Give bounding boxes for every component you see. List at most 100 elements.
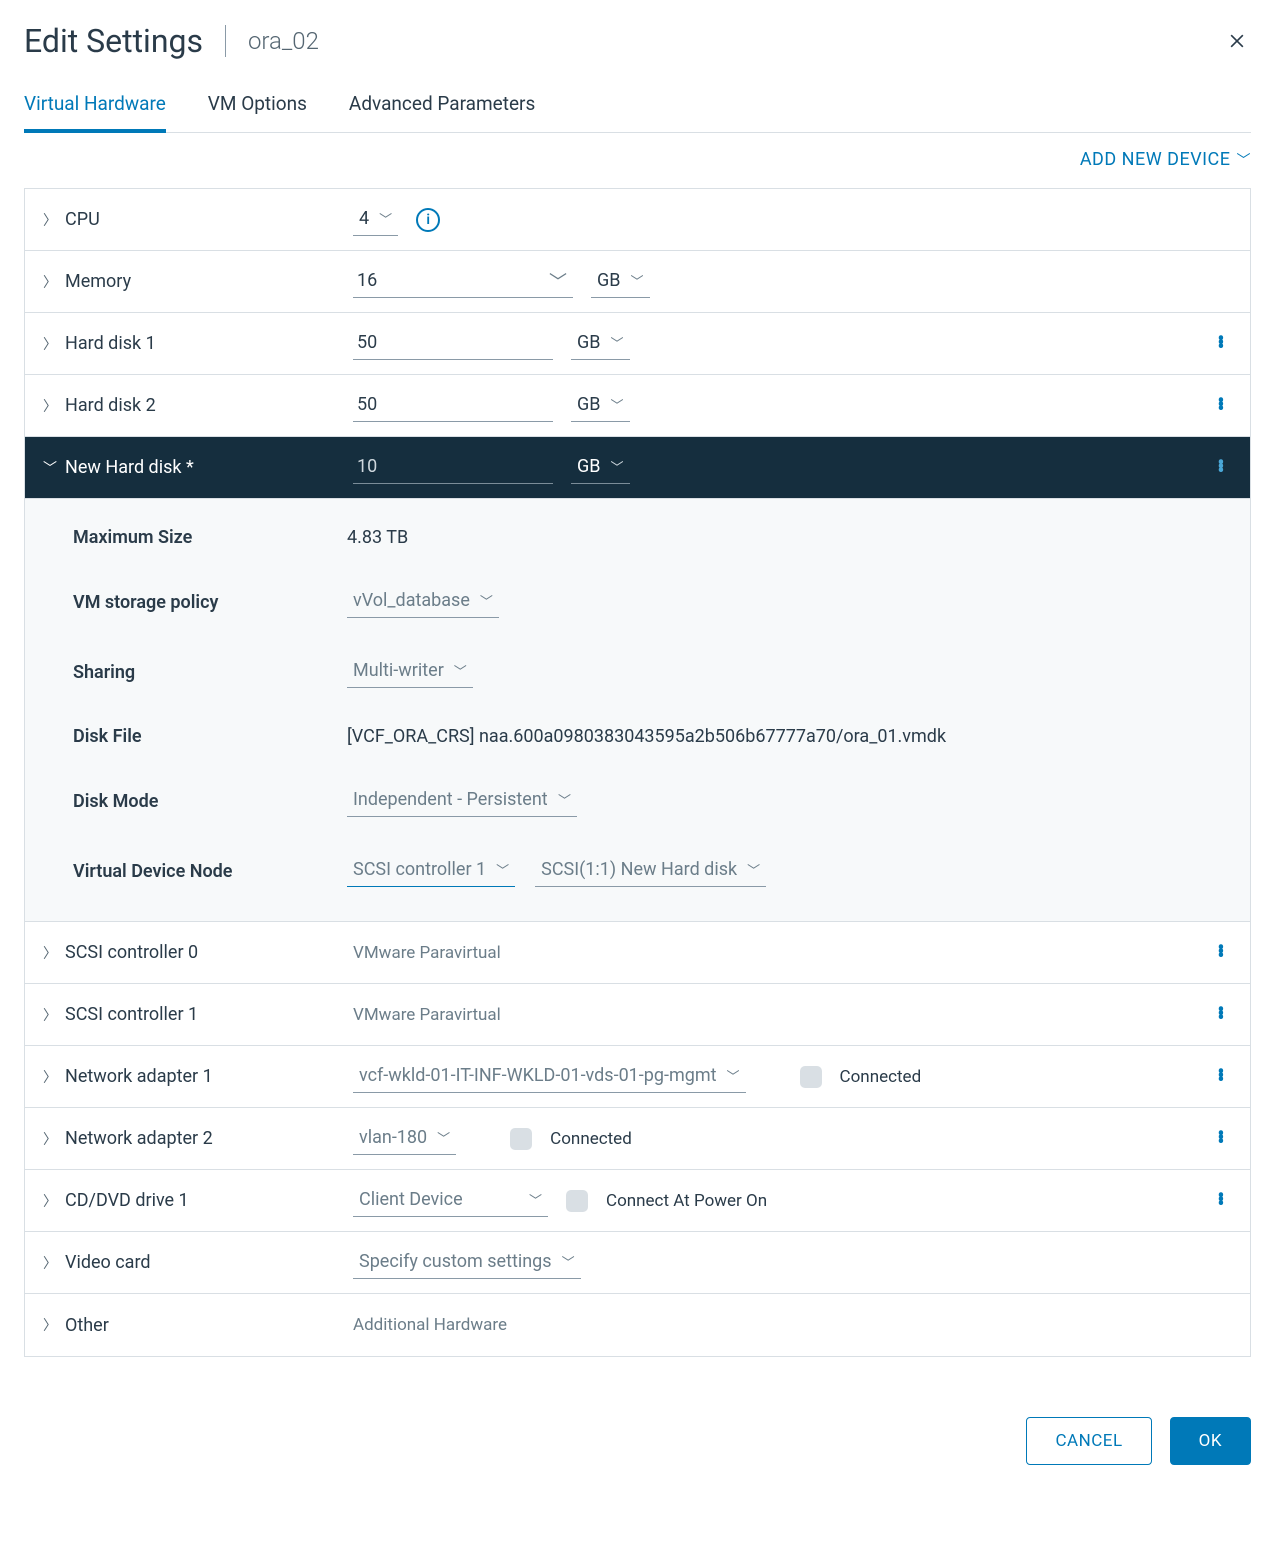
- row-scsi1-header[interactable]: 〉 SCSI controller 1: [43, 1004, 353, 1025]
- chevron-down-icon: ﹀: [496, 860, 509, 879]
- net2-actions-menu[interactable]: •••: [1210, 1133, 1232, 1145]
- hd1-actions-menu[interactable]: •••: [1210, 338, 1232, 350]
- net1-network-select[interactable]: vcf-wkld-01-IT-INF-WKLD-01-vds-01-pg-mgm…: [353, 1061, 746, 1093]
- chevron-down-icon: ﹀: [747, 860, 760, 879]
- cd-connect-checkbox[interactable]: [566, 1190, 588, 1212]
- row-network-2: 〉 Network adapter 2 vlan-180 ﹀ Connected…: [25, 1108, 1250, 1170]
- disk-file-value: [VCF_ORA_CRS] naa.600a0980383043595a2b50…: [347, 726, 946, 747]
- row-net1-label: Network adapter 1: [65, 1066, 213, 1087]
- hd1-unit-select[interactable]: GB ﹀: [571, 328, 630, 360]
- hd2-size-input[interactable]: [353, 390, 553, 422]
- row-scsi0-header[interactable]: 〉 SCSI controller 0: [43, 942, 353, 963]
- cpu-count-select[interactable]: 4 ﹀: [353, 204, 398, 236]
- hd1-size-input[interactable]: [353, 328, 553, 360]
- chevron-down-icon: ﹀: [379, 209, 392, 228]
- row-newhd-header[interactable]: ﹀ New Hard disk *: [43, 457, 353, 478]
- hd2-unit-select[interactable]: GB ﹀: [571, 390, 630, 422]
- row-scsi-1: 〉 SCSI controller 1 VMware Paravirtual •…: [25, 984, 1250, 1046]
- newhd-actions-menu[interactable]: •••: [1210, 462, 1232, 474]
- info-icon[interactable]: i: [416, 208, 440, 232]
- row-video-label: Video card: [65, 1252, 151, 1273]
- scsi1-actions-menu[interactable]: •••: [1210, 1009, 1232, 1021]
- vdn-slot-select[interactable]: SCSI(1:1) New Hard disk ﹀: [535, 855, 766, 887]
- chevron-right-icon: 〉: [43, 1315, 57, 1335]
- tab-vm-options[interactable]: VM Options: [208, 84, 307, 132]
- row-net2-header[interactable]: 〉 Network adapter 2: [43, 1128, 353, 1149]
- row-hard-disk-2: 〉 Hard disk 2 GB ﹀ •••: [25, 375, 1250, 437]
- newhd-unit-select[interactable]: GB ﹀: [571, 452, 630, 484]
- net1-connected-checkbox[interactable]: [800, 1066, 822, 1088]
- row-cpu: 〉 CPU 4 ﹀ i: [25, 189, 1250, 251]
- row-hd1-label: Hard disk 1: [65, 333, 156, 354]
- memory-value-input[interactable]: [353, 266, 573, 298]
- chevron-down-icon: ﹀: [1237, 150, 1252, 170]
- close-icon: [1227, 31, 1247, 51]
- row-memory: 〉 Memory ﹀ GB ﹀: [25, 251, 1250, 313]
- video-settings-value: Specify custom settings: [359, 1251, 552, 1272]
- cpu-count-value: 4: [359, 208, 369, 229]
- scsi1-value: VMware Paravirtual: [353, 1005, 501, 1025]
- chevron-right-icon: 〉: [43, 272, 57, 292]
- memory-unit-select[interactable]: GB ﹀: [591, 266, 650, 298]
- net1-network-value: vcf-wkld-01-IT-INF-WKLD-01-vds-01-pg-mgm…: [359, 1065, 717, 1086]
- row-scsi-0: 〉 SCSI controller 0 VMware Paravirtual •…: [25, 922, 1250, 984]
- cd-device-select[interactable]: Client Device ﹀: [353, 1185, 548, 1217]
- hd2-actions-menu[interactable]: •••: [1210, 400, 1232, 412]
- net2-network-value: vlan-180: [359, 1127, 427, 1148]
- hd2-unit-value: GB: [577, 394, 600, 415]
- chevron-right-icon: 〉: [43, 1129, 57, 1149]
- chevron-down-icon: ﹀: [43, 458, 57, 478]
- chevron-down-icon: ﹀: [610, 457, 623, 476]
- close-button[interactable]: [1223, 27, 1251, 55]
- chevron-right-icon: 〉: [43, 334, 57, 354]
- tab-virtual-hardware[interactable]: Virtual Hardware: [24, 84, 166, 133]
- tab-advanced-parameters[interactable]: Advanced Parameters: [349, 84, 535, 132]
- row-net1-header[interactable]: 〉 Network adapter 1: [43, 1066, 353, 1087]
- row-hd1-header[interactable]: 〉 Hard disk 1: [43, 333, 353, 354]
- chevron-right-icon: 〉: [43, 210, 57, 230]
- row-cd-label: CD/DVD drive 1: [65, 1190, 189, 1211]
- row-memory-header[interactable]: 〉 Memory: [43, 271, 353, 292]
- chevron-right-icon: 〉: [43, 1191, 57, 1211]
- scsi0-actions-menu[interactable]: •••: [1210, 947, 1232, 959]
- newhd-size-input[interactable]: [353, 452, 553, 484]
- video-settings-select[interactable]: Specify custom settings ﹀: [353, 1247, 581, 1279]
- disk-mode-label: Disk Mode: [73, 791, 347, 812]
- disk-mode-value: Independent - Persistent: [353, 789, 548, 810]
- row-other-header[interactable]: 〉 Other: [43, 1315, 353, 1336]
- new-hard-disk-detail: Maximum Size 4.83 TB VM storage policy v…: [25, 499, 1250, 922]
- chevron-down-icon: ﹀: [454, 661, 467, 680]
- chevron-down-icon: ﹀: [437, 1128, 450, 1147]
- chevron-down-icon: ﹀: [529, 1190, 542, 1209]
- chevron-down-icon: ﹀: [610, 333, 623, 352]
- chevron-right-icon: 〉: [43, 1005, 57, 1025]
- cd-connect-label: Connect At Power On: [606, 1191, 767, 1211]
- max-size-label: Maximum Size: [73, 527, 347, 548]
- chevron-right-icon: 〉: [43, 396, 57, 416]
- vdn-controller-select[interactable]: SCSI controller 1 ﹀: [347, 855, 515, 887]
- row-hd2-header[interactable]: 〉 Hard disk 2: [43, 395, 353, 416]
- net2-connected-checkbox[interactable]: [510, 1128, 532, 1150]
- row-net2-label: Network adapter 2: [65, 1128, 213, 1149]
- row-hard-disk-1: 〉 Hard disk 1 GB ﹀ •••: [25, 313, 1250, 375]
- storage-policy-label: VM storage policy: [73, 592, 347, 613]
- storage-policy-select[interactable]: vVol_database ﹀: [347, 586, 499, 618]
- scsi0-value: VMware Paravirtual: [353, 943, 501, 963]
- row-cpu-header[interactable]: 〉 CPU: [43, 209, 353, 230]
- net1-connected-label: Connected: [840, 1067, 922, 1087]
- add-new-device-button[interactable]: ADD NEW DEVICE ﹀: [1080, 149, 1251, 170]
- sharing-select[interactable]: Multi-writer ﹀: [347, 656, 473, 688]
- disk-mode-select[interactable]: Independent - Persistent ﹀: [347, 785, 577, 817]
- cd-actions-menu[interactable]: •••: [1210, 1195, 1232, 1207]
- row-video-header[interactable]: 〉 Video card: [43, 1252, 353, 1273]
- row-scsi1-label: SCSI controller 1: [65, 1004, 198, 1025]
- cd-device-value: Client Device: [359, 1189, 463, 1210]
- net1-actions-menu[interactable]: •••: [1210, 1071, 1232, 1083]
- chevron-right-icon: 〉: [43, 943, 57, 963]
- ok-button[interactable]: OK: [1170, 1417, 1251, 1465]
- row-hd2-label: Hard disk 2: [65, 395, 156, 416]
- cancel-button[interactable]: CANCEL: [1026, 1417, 1151, 1465]
- row-cd-header[interactable]: 〉 CD/DVD drive 1: [43, 1190, 353, 1211]
- net2-network-select[interactable]: vlan-180 ﹀: [353, 1123, 456, 1155]
- chevron-down-icon: ﹀: [630, 271, 643, 290]
